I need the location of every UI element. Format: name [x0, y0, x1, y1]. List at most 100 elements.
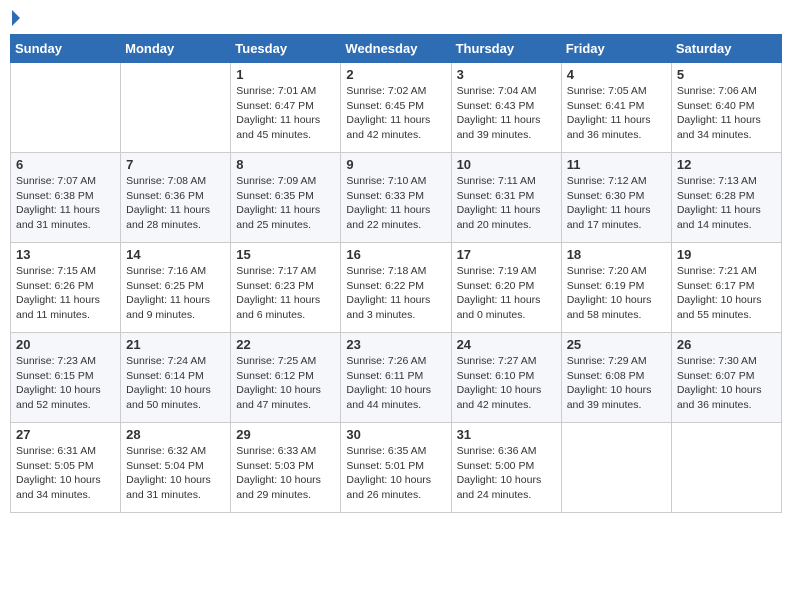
calendar-cell: 19 Sunrise: 7:21 AM Sunset: 6:17 PM Dayli…: [671, 243, 781, 333]
calendar-week-5: 27Sunrise: 6:31 AM Sunset: 5:05 PM Dayli…: [11, 423, 782, 513]
logo-text: [10, 10, 20, 26]
cell-info: Sunrise: 7:13 AM Sunset: 6:28 PM Dayligh…: [677, 174, 776, 233]
cell-info: Sunrise: 6:33 AM Sunset: 5:03 PM Dayligh…: [236, 444, 335, 503]
day-number: 27: [16, 427, 115, 442]
calendar-week-3: 13Sunrise: 7:15 AM Sunset: 6:26 PM Dayli…: [11, 243, 782, 333]
cell-info: Sunrise: 7:01 AM Sunset: 6:47 PM Dayligh…: [236, 84, 335, 143]
calendar-cell: 13Sunrise: 7:15 AM Sunset: 6:26 PM Dayli…: [11, 243, 121, 333]
cell-info: Sunrise: 7:29 AM Sunset: 6:08 PM Dayligh…: [567, 354, 666, 413]
cell-info: Sunrise: 7:12 AM Sunset: 6:30 PM Dayligh…: [567, 174, 666, 233]
cell-info: Sunrise: 7:07 AM Sunset: 6:38 PM Dayligh…: [16, 174, 115, 233]
day-number: 29: [236, 427, 335, 442]
calendar-cell: 31 Sunrise: 6:36 AM Sunset: 5:00 PM Dayli…: [451, 423, 561, 513]
calendar-cell: 21 Sunrise: 7:24 AM Sunset: 6:14 PM Dayli…: [121, 333, 231, 423]
day-header-saturday: Saturday: [671, 35, 781, 63]
calendar-cell: 12 Sunrise: 7:13 AM Sunset: 6:28 PM Dayli…: [671, 153, 781, 243]
day-number: 25: [567, 337, 666, 352]
cell-info: Sunrise: 7:24 AM Sunset: 6:14 PM Dayligh…: [126, 354, 225, 413]
cell-info: Sunrise: 7:06 AM Sunset: 6:40 PM Dayligh…: [677, 84, 776, 143]
calendar-cell: 2 Sunrise: 7:02 AM Sunset: 6:45 PM Daylig…: [341, 63, 451, 153]
calendar-cell: 27Sunrise: 6:31 AM Sunset: 5:05 PM Dayli…: [11, 423, 121, 513]
calendar-cell: 14 Sunrise: 7:16 AM Sunset: 6:25 PM Dayli…: [121, 243, 231, 333]
cell-info: Sunrise: 6:36 AM Sunset: 5:00 PM Dayligh…: [457, 444, 556, 503]
calendar-cell: 15 Sunrise: 7:17 AM Sunset: 6:23 PM Dayli…: [231, 243, 341, 333]
calendar-cell: [121, 63, 231, 153]
day-header-wednesday: Wednesday: [341, 35, 451, 63]
calendar-week-1: 1 Sunrise: 7:01 AM Sunset: 6:47 PM Daylig…: [11, 63, 782, 153]
day-number: 12: [677, 157, 776, 172]
calendar-table: SundayMondayTuesdayWednesdayThursdayFrid…: [10, 34, 782, 513]
day-number: 1: [236, 67, 335, 82]
calendar-cell: 5 Sunrise: 7:06 AM Sunset: 6:40 PM Daylig…: [671, 63, 781, 153]
cell-info: Sunrise: 6:35 AM Sunset: 5:01 PM Dayligh…: [346, 444, 445, 503]
calendar-cell: 9 Sunrise: 7:10 AM Sunset: 6:33 PM Daylig…: [341, 153, 451, 243]
calendar-cell: 10 Sunrise: 7:11 AM Sunset: 6:31 PM Dayli…: [451, 153, 561, 243]
day-number: 9: [346, 157, 445, 172]
cell-info: Sunrise: 7:08 AM Sunset: 6:36 PM Dayligh…: [126, 174, 225, 233]
cell-info: Sunrise: 7:21 AM Sunset: 6:17 PM Dayligh…: [677, 264, 776, 323]
day-number: 24: [457, 337, 556, 352]
day-header-monday: Monday: [121, 35, 231, 63]
cell-info: Sunrise: 7:18 AM Sunset: 6:22 PM Dayligh…: [346, 264, 445, 323]
day-number: 4: [567, 67, 666, 82]
day-number: 17: [457, 247, 556, 262]
calendar-cell: 30 Sunrise: 6:35 AM Sunset: 5:01 PM Dayli…: [341, 423, 451, 513]
calendar-cell: 22Sunrise: 7:25 AM Sunset: 6:12 PM Dayli…: [231, 333, 341, 423]
calendar-cell: 26 Sunrise: 7:30 AM Sunset: 6:07 PM Dayli…: [671, 333, 781, 423]
page-header: [10, 10, 782, 26]
day-number: 2: [346, 67, 445, 82]
cell-info: Sunrise: 6:32 AM Sunset: 5:04 PM Dayligh…: [126, 444, 225, 503]
day-number: 14: [126, 247, 225, 262]
calendar-cell: 23Sunrise: 7:26 AM Sunset: 6:11 PM Dayli…: [341, 333, 451, 423]
day-number: 31: [457, 427, 556, 442]
calendar-cell: 25 Sunrise: 7:29 AM Sunset: 6:08 PM Dayli…: [561, 333, 671, 423]
day-number: 26: [677, 337, 776, 352]
day-header-thursday: Thursday: [451, 35, 561, 63]
cell-info: Sunrise: 7:09 AM Sunset: 6:35 PM Dayligh…: [236, 174, 335, 233]
cell-info: Sunrise: 7:19 AM Sunset: 6:20 PM Dayligh…: [457, 264, 556, 323]
day-number: 28: [126, 427, 225, 442]
day-number: 30: [346, 427, 445, 442]
day-number: 16: [346, 247, 445, 262]
cell-info: Sunrise: 7:02 AM Sunset: 6:45 PM Dayligh…: [346, 84, 445, 143]
calendar-header-row: SundayMondayTuesdayWednesdayThursdayFrid…: [11, 35, 782, 63]
cell-info: Sunrise: 7:05 AM Sunset: 6:41 PM Dayligh…: [567, 84, 666, 143]
day-number: 3: [457, 67, 556, 82]
cell-info: Sunrise: 7:16 AM Sunset: 6:25 PM Dayligh…: [126, 264, 225, 323]
logo: [10, 10, 20, 26]
calendar-cell: [11, 63, 121, 153]
calendar-cell: 18 Sunrise: 7:20 AM Sunset: 6:19 PM Dayli…: [561, 243, 671, 333]
calendar-cell: 17 Sunrise: 7:19 AM Sunset: 6:20 PM Dayli…: [451, 243, 561, 333]
cell-info: Sunrise: 7:30 AM Sunset: 6:07 PM Dayligh…: [677, 354, 776, 413]
calendar-week-4: 20 Sunrise: 7:23 AM Sunset: 6:15 PM Dayli…: [11, 333, 782, 423]
calendar-cell: 20 Sunrise: 7:23 AM Sunset: 6:15 PM Dayli…: [11, 333, 121, 423]
calendar-cell: 8 Sunrise: 7:09 AM Sunset: 6:35 PM Daylig…: [231, 153, 341, 243]
cell-info: Sunrise: 7:27 AM Sunset: 6:10 PM Dayligh…: [457, 354, 556, 413]
calendar-cell: 3 Sunrise: 7:04 AM Sunset: 6:43 PM Daylig…: [451, 63, 561, 153]
cell-info: Sunrise: 7:10 AM Sunset: 6:33 PM Dayligh…: [346, 174, 445, 233]
day-number: 13: [16, 247, 115, 262]
cell-info: Sunrise: 7:23 AM Sunset: 6:15 PM Dayligh…: [16, 354, 115, 413]
cell-info: Sunrise: 7:20 AM Sunset: 6:19 PM Dayligh…: [567, 264, 666, 323]
day-number: 20: [16, 337, 115, 352]
cell-info: Sunrise: 7:17 AM Sunset: 6:23 PM Dayligh…: [236, 264, 335, 323]
calendar-cell: 6Sunrise: 7:07 AM Sunset: 6:38 PM Daylig…: [11, 153, 121, 243]
day-number: 22: [236, 337, 335, 352]
day-number: 8: [236, 157, 335, 172]
day-header-friday: Friday: [561, 35, 671, 63]
logo-arrow-icon: [12, 10, 20, 26]
day-number: 11: [567, 157, 666, 172]
cell-info: Sunrise: 7:04 AM Sunset: 6:43 PM Dayligh…: [457, 84, 556, 143]
calendar-cell: [671, 423, 781, 513]
day-number: 19: [677, 247, 776, 262]
calendar-cell: 24 Sunrise: 7:27 AM Sunset: 6:10 PM Dayli…: [451, 333, 561, 423]
cell-info: Sunrise: 7:11 AM Sunset: 6:31 PM Dayligh…: [457, 174, 556, 233]
day-number: 18: [567, 247, 666, 262]
day-number: 7: [126, 157, 225, 172]
day-number: 21: [126, 337, 225, 352]
cell-info: Sunrise: 7:26 AM Sunset: 6:11 PM Dayligh…: [346, 354, 445, 413]
calendar-week-2: 6Sunrise: 7:07 AM Sunset: 6:38 PM Daylig…: [11, 153, 782, 243]
day-number: 5: [677, 67, 776, 82]
day-number: 15: [236, 247, 335, 262]
day-number: 10: [457, 157, 556, 172]
